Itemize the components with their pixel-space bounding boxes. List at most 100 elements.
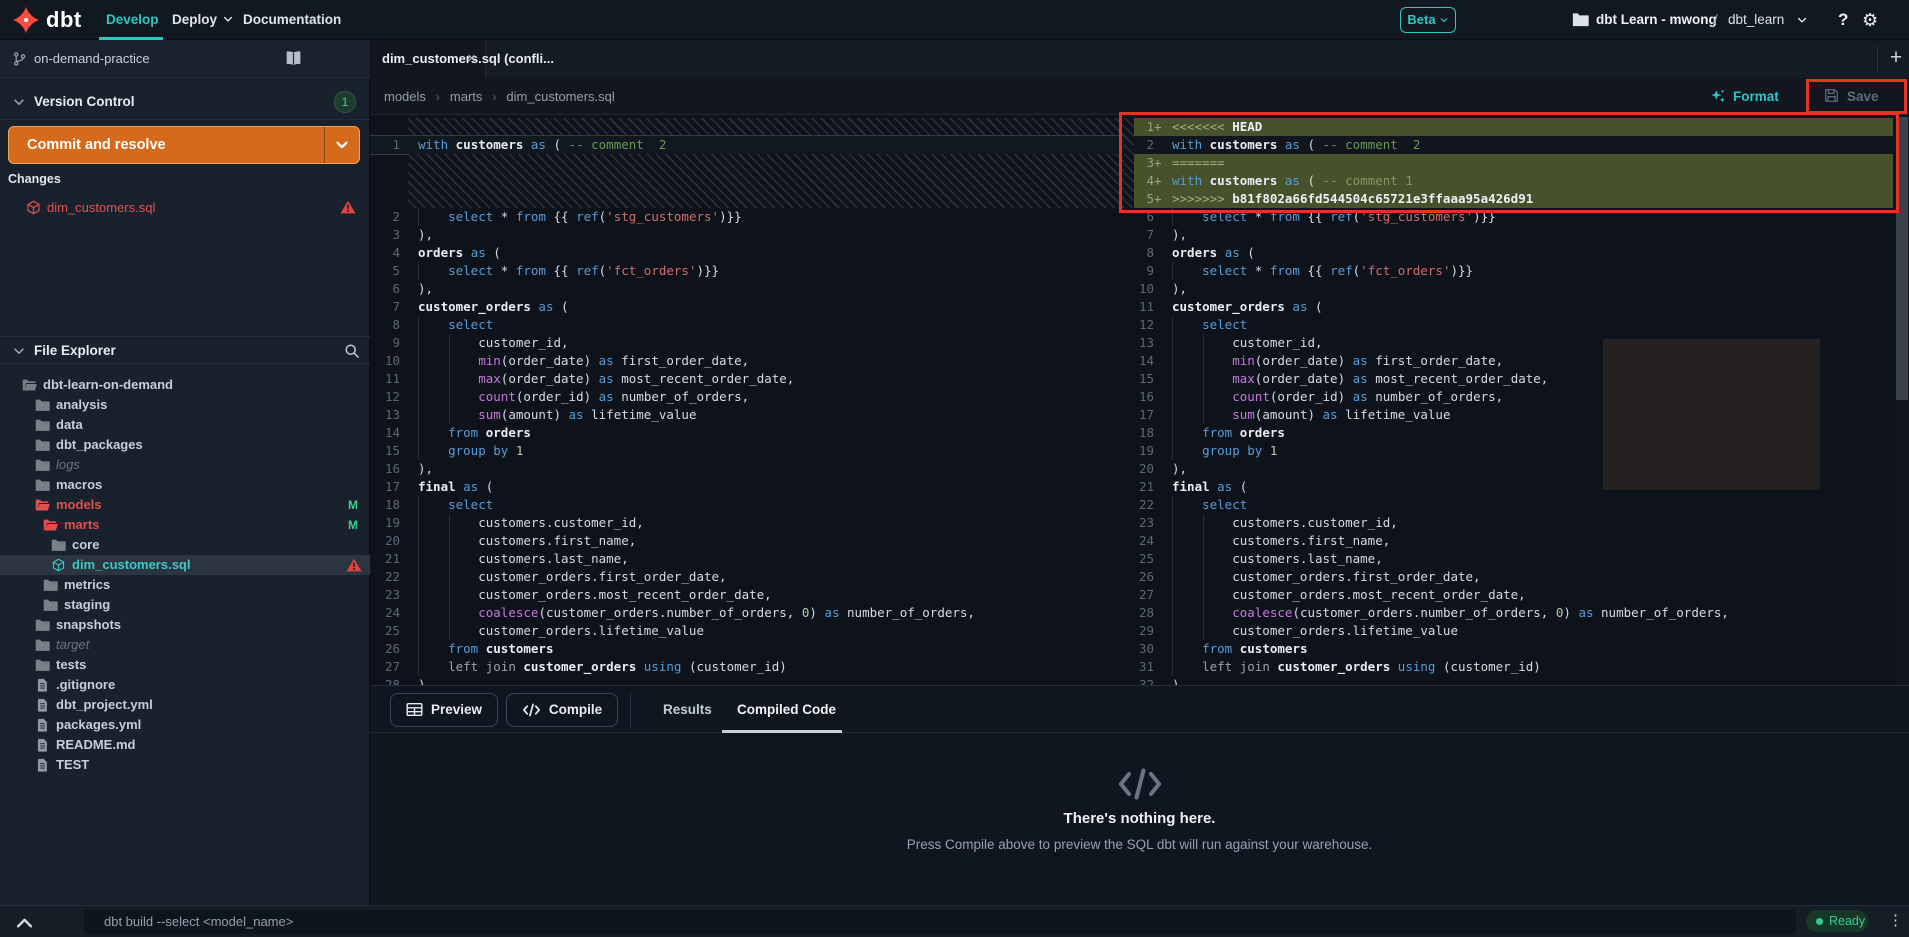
chevron-up-icon[interactable] (16, 916, 33, 929)
breadcrumb-item[interactable]: marts (450, 89, 483, 104)
dbt-logo-text[interactable]: dbt (46, 7, 82, 33)
tree-item-models[interactable]: modelsM (0, 495, 370, 515)
code-line-21[interactable]: 21 customers.last_name, (370, 550, 1124, 568)
code-line-7[interactable]: 7customer_orders as ( (370, 298, 1124, 316)
tree-item-dbt-learn-on-demand[interactable]: dbt-learn-on-demand (0, 375, 370, 395)
code-line-20[interactable]: 20 customers.first_name, (370, 532, 1124, 550)
tree-item-tests[interactable]: tests (0, 655, 370, 675)
tree-item-logs[interactable]: logs (0, 455, 370, 475)
code-line-26[interactable]: 26 customer_orders.first_order_date, (1134, 568, 1893, 586)
tree-item-dbt-packages[interactable]: dbt_packages (0, 435, 370, 455)
settings-gear-icon[interactable]: ⚙ (1862, 0, 1878, 40)
tab-compiled-code[interactable]: Compiled Code (737, 686, 836, 733)
code-line-7[interactable]: 7), (1134, 226, 1893, 244)
tree-item-dbt-project-yml[interactable]: dbt_project.yml (0, 695, 370, 715)
code-line-14[interactable]: 14 from orders (370, 424, 1124, 442)
code-line-22[interactable]: 22 customer_orders.first_order_date, (370, 568, 1124, 586)
code-line-5[interactable]: 5+>>>>>>> b81f802a66fd544504c65721e3ffaa… (1134, 190, 1893, 208)
tree-item-dim-customers-sql[interactable]: dim_customers.sql (0, 555, 370, 575)
new-tab-button[interactable]: + (1884, 40, 1908, 78)
tab-dim-customers[interactable]: dim_customers.sql (confli... × (370, 40, 486, 78)
code-line-28[interactable]: 28 coalesce(customer_orders.number_of_or… (1134, 604, 1893, 622)
code-line-9[interactable]: 9 customer_id, (370, 334, 1124, 352)
beta-button[interactable]: Beta (1400, 7, 1456, 33)
code-line-4[interactable]: 4orders as ( (370, 244, 1124, 262)
nav-item-documentation[interactable]: Documentation (243, 0, 341, 40)
tree-item-test[interactable]: TEST (0, 755, 370, 775)
code-line-19[interactable]: 19 customers.customer_id, (370, 514, 1124, 532)
code-line-4[interactable]: 4+with customers as ( -- comment 1 (1134, 172, 1893, 190)
code-line-8[interactable]: 8orders as ( (1134, 244, 1893, 262)
code-line-32[interactable]: 32) (1134, 676, 1893, 685)
chevron-down-icon[interactable] (334, 138, 350, 152)
code-line-24[interactable]: 24 customers.first_name, (1134, 532, 1893, 550)
help-button[interactable]: ? (1838, 0, 1848, 40)
code-line-2[interactable]: 2 select * from {{ ref('stg_customers')}… (370, 208, 1124, 226)
code-line-18[interactable]: 18 select (370, 496, 1124, 514)
save-button[interactable]: Save (1824, 78, 1879, 115)
code-line-29[interactable]: 29 customer_orders.lifetime_value (1134, 622, 1893, 640)
code-line-6[interactable]: 6 select * from {{ ref('stg_customers')}… (1134, 208, 1893, 226)
code-line-11[interactable]: 11customer_orders as ( (1134, 298, 1893, 316)
tree-item-metrics[interactable]: metrics (0, 575, 370, 595)
code-line-10[interactable]: 10 min(order_date) as first_order_date, (370, 352, 1124, 370)
code-line-6[interactable]: 6), (370, 280, 1124, 298)
tree-item-core[interactable]: core (0, 535, 370, 555)
close-icon[interactable]: × (467, 40, 476, 78)
tree-item-snapshots[interactable]: snapshots (0, 615, 370, 635)
tree-item-readme-md[interactable]: README.md (0, 735, 370, 755)
code-line-22[interactable]: 22 select (1134, 496, 1893, 514)
preview-button[interactable]: Preview (390, 693, 498, 727)
code-line-11[interactable]: 11 max(order_date) as most_recent_order_… (370, 370, 1124, 388)
search-icon[interactable] (344, 343, 360, 359)
code-line-12[interactable]: 12 count(order_id) as number_of_orders, (370, 388, 1124, 406)
dbt-logo-icon[interactable] (12, 6, 40, 34)
editor-pane-left[interactable]: 1with customers as ( -- comment 2 2 selec… (370, 115, 1124, 685)
command-input[interactable]: dbt build --select <model_name> (84, 910, 1796, 934)
tree-item--gitignore[interactable]: .gitignore (0, 675, 370, 695)
code-line-17[interactable]: 17final as ( (370, 478, 1124, 496)
code-line-1[interactable]: 1+<<<<<<< HEAD (1134, 118, 1893, 136)
code-line-3[interactable]: 3+======= (1134, 154, 1893, 172)
compile-button[interactable]: Compile (506, 693, 618, 727)
tree-item-packages-yml[interactable]: packages.yml (0, 715, 370, 735)
tree-item-macros[interactable]: macros (0, 475, 370, 495)
code-line-30[interactable]: 30 from customers (1134, 640, 1893, 658)
code-line-15[interactable]: 15 group by 1 (370, 442, 1124, 460)
code-line-13[interactable]: 13 sum(amount) as lifetime_value (370, 406, 1124, 424)
tree-item-marts[interactable]: martsM (0, 515, 370, 535)
editor-scrollbar-thumb[interactable] (1896, 117, 1908, 400)
breadcrumb-item[interactable]: models (384, 89, 426, 104)
code-line-10[interactable]: 10), (1134, 280, 1893, 298)
code-line-9[interactable]: 9 select * from {{ ref('fct_orders')}} (1134, 262, 1893, 280)
code-line-27[interactable]: 27 customer_orders.most_recent_order_dat… (1134, 586, 1893, 604)
status-badge[interactable]: Ready (1806, 910, 1868, 932)
code-line-24[interactable]: 24 coalesce(customer_orders.number_of_or… (370, 604, 1124, 622)
code-line-23[interactable]: 23 customers.customer_id, (1134, 514, 1893, 532)
code-line-5[interactable]: 5 select * from {{ ref('fct_orders')}} (370, 262, 1124, 280)
changed-file-row[interactable]: dim_customers.sql (0, 196, 370, 220)
nav-item-deploy[interactable]: Deploy (172, 0, 234, 40)
commit-and-resolve-button[interactable]: Commit and resolve (8, 126, 360, 164)
tree-item-target[interactable]: target (0, 635, 370, 655)
code-line-16[interactable]: 16), (370, 460, 1124, 478)
tree-item-analysis[interactable]: analysis (0, 395, 370, 415)
code-line-25[interactable]: 25 customer_orders.lifetime_value (370, 622, 1124, 640)
chevron-down-icon[interactable] (1796, 14, 1808, 26)
code-line-8[interactable]: 8 select (370, 316, 1124, 334)
account-name[interactable]: dbt Learn - mwong (1596, 0, 1717, 40)
nav-item-develop[interactable]: Develop (106, 0, 159, 40)
docs-book-icon[interactable] (284, 50, 303, 67)
tree-item-staging[interactable]: staging (0, 595, 370, 615)
code-line-12[interactable]: 12 select (1134, 316, 1893, 334)
tab-results[interactable]: Results (663, 686, 712, 733)
file-explorer-header[interactable]: File Explorer (0, 336, 370, 364)
breadcrumb-item[interactable]: dim_customers.sql (506, 89, 614, 104)
code-line-3[interactable]: 3), (370, 226, 1124, 244)
project-selector[interactable]: dbt_learn (1728, 0, 1784, 40)
code-line-28[interactable]: 28) (370, 676, 1124, 685)
code-line-1[interactable]: 1with customers as ( -- comment 2 (370, 136, 1124, 154)
code-line-31[interactable]: 31 left join customer_orders using (cust… (1134, 658, 1893, 676)
code-line-25[interactable]: 25 customers.last_name, (1134, 550, 1893, 568)
kebab-menu-icon[interactable]: ⋮ (1888, 906, 1903, 937)
